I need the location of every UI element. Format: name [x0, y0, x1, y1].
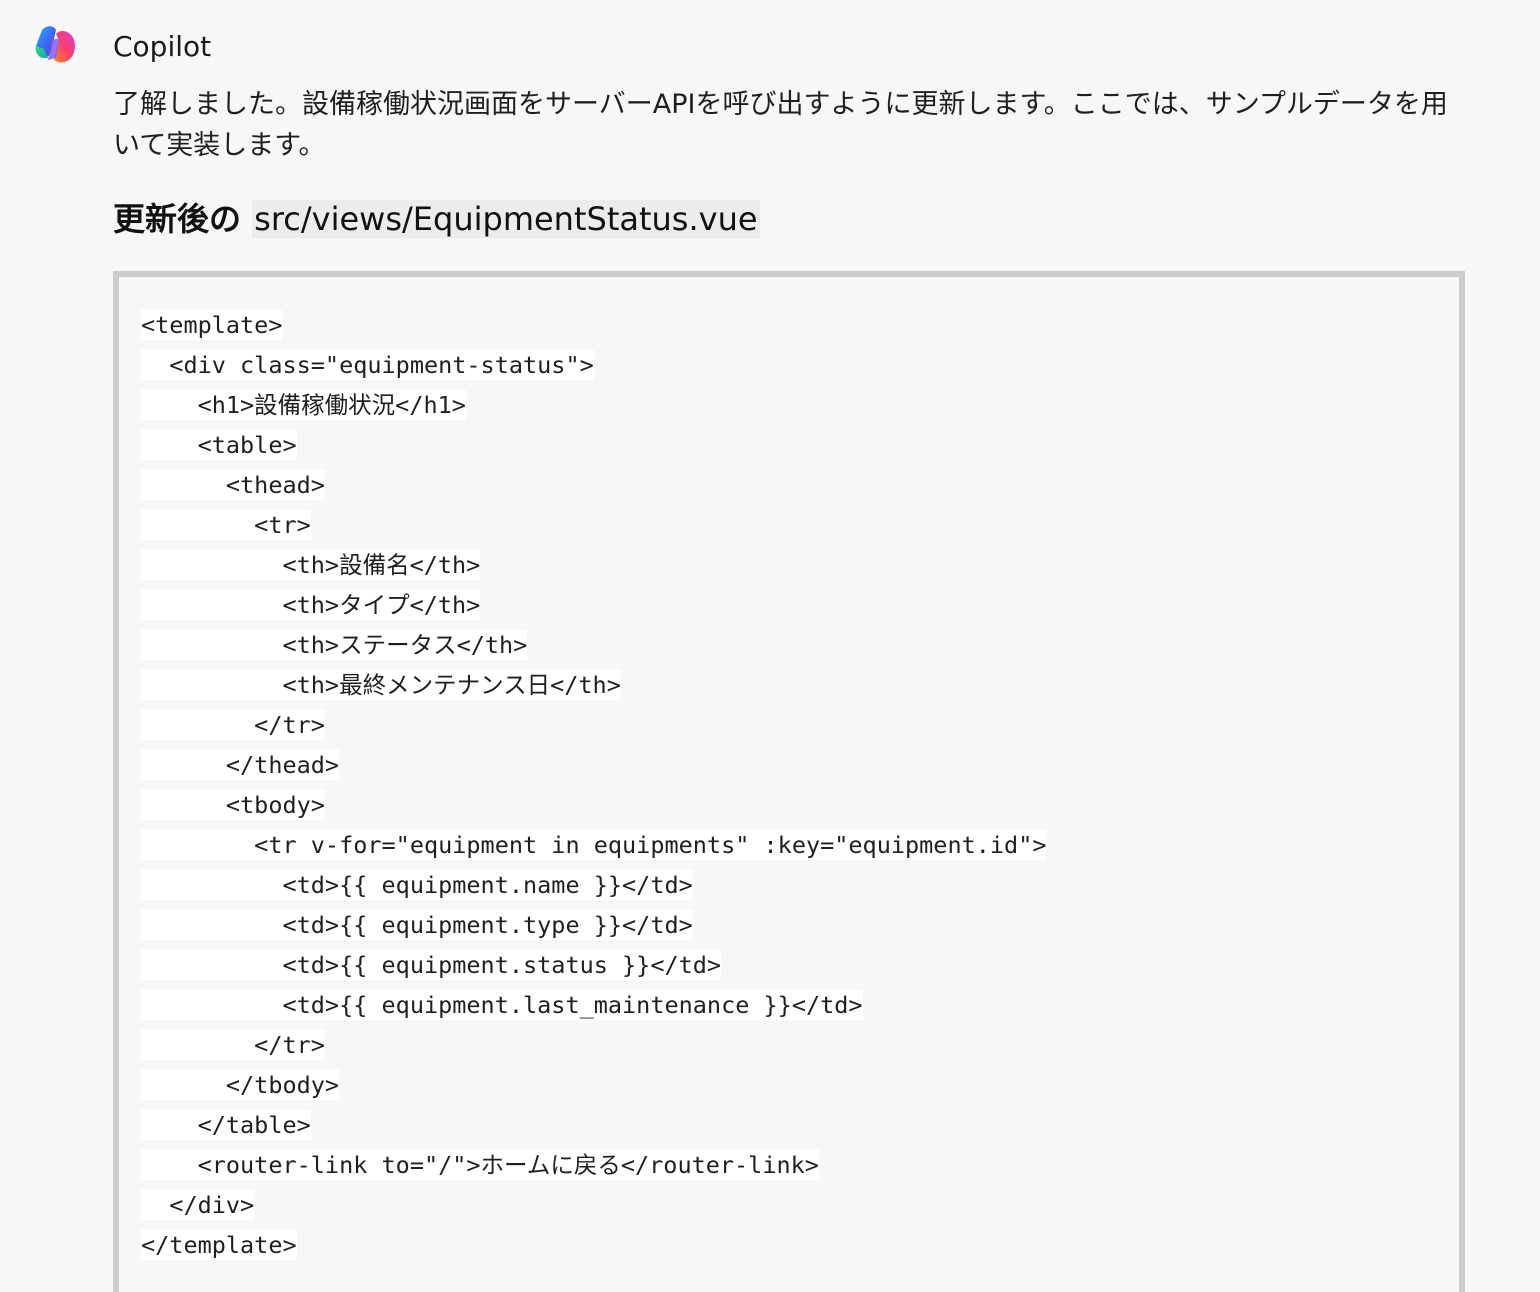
code-line: <td>{{ equipment.last_maintenance }}</td…: [141, 983, 1046, 1023]
code-line: <thead>: [141, 463, 1046, 503]
code-line-text: </template>: [141, 1229, 297, 1260]
code-line: <tr>: [141, 503, 1046, 543]
code-line-text: </thead>: [141, 749, 340, 780]
code-line: </tbody>: [141, 1063, 1046, 1103]
code-line: <td>{{ equipment.name }}</td>: [141, 863, 1046, 903]
heading-prefix: 更新後の: [113, 200, 242, 238]
code-line: <th>最終メンテナンス日</th>: [141, 663, 1046, 703]
code-line: <h1>設備稼働状況</h1>: [141, 383, 1046, 423]
code-line-text: <thead>: [141, 469, 325, 500]
message-text: 了解しました。設備稼働状況画面をサーバーAPIを呼び出すように更新します。ここで…: [113, 89, 1448, 161]
code-line-text: <td>{{ equipment.last_maintenance }}</td…: [141, 989, 863, 1020]
code-line-text: <template>: [141, 309, 283, 340]
code-line: </div>: [141, 1183, 1046, 1223]
code-line: </thead>: [141, 743, 1046, 783]
code-line: <th>ステータス</th>: [141, 623, 1046, 663]
code-line: <th>設備名</th>: [141, 543, 1046, 583]
code-line: <template>: [141, 303, 1046, 343]
code-line-text: <td>{{ equipment.status }}</td>: [141, 949, 722, 980]
code-line: </tr>: [141, 703, 1046, 743]
code-line: </table>: [141, 1103, 1046, 1143]
code-line: <table>: [141, 423, 1046, 463]
code-line-text: </div>: [141, 1189, 255, 1220]
code-line-text: <td>{{ equipment.name }}</td>: [141, 869, 693, 900]
code-line: <tbody>: [141, 783, 1046, 823]
code-line: <th>タイプ</th>: [141, 583, 1046, 623]
code-line-text: <h1>設備稼働状況</h1>: [141, 389, 466, 420]
code-line-text: <th>最終メンテナンス日</th>: [141, 669, 621, 700]
message-header: [32, 22, 80, 70]
code-line-text: </tbody>: [141, 1069, 340, 1100]
code-line-text: <th>設備名</th>: [141, 549, 481, 580]
code-line: <td>{{ equipment.type }}</td>: [141, 903, 1046, 943]
heading-file-path: src/views/EquipmentStatus.vue: [252, 200, 760, 238]
code-line-text: <table>: [141, 429, 297, 460]
section-heading: 更新後の src/views/EquipmentStatus.vue: [113, 195, 760, 243]
code-line-text: <tbody>: [141, 789, 325, 820]
code-line-text: </table>: [141, 1109, 311, 1140]
code-line: </template>: [141, 1223, 1046, 1263]
code-line-text: </tr>: [141, 1029, 325, 1060]
code-line-text: <router-link to="/">ホームに戻る</router-link>: [141, 1149, 819, 1180]
code-line: <div class="equipment-status">: [141, 343, 1046, 383]
code-block[interactable]: <template> <div class="equipment-status"…: [113, 271, 1465, 1292]
code-content: <template> <div class="equipment-status"…: [141, 303, 1047, 1263]
code-line-text: </tr>: [141, 709, 325, 740]
code-line-text: <tr v-for="equipment in equipments" :key…: [141, 829, 1047, 860]
code-line-text: <th>タイプ</th>: [141, 589, 481, 620]
code-line-text: <div class="equipment-status">: [141, 349, 594, 380]
copilot-logo-icon: [35, 26, 75, 63]
code-line: </tr>: [141, 1023, 1046, 1063]
chat-message: Copilot 了解しました。設備稼働状況画面をサーバーAPIを呼び出すように更…: [0, 0, 1540, 1292]
code-line-text: <th>ステータス</th>: [141, 629, 528, 660]
author-name: Copilot: [113, 30, 212, 63]
code-line-text: <tr>: [141, 509, 311, 540]
code-line: <router-link to="/">ホームに戻る</router-link>: [141, 1143, 1046, 1183]
code-line-text: <td>{{ equipment.type }}</td>: [141, 909, 693, 940]
code-line: <td>{{ equipment.status }}</td>: [141, 943, 1046, 983]
code-line: <tr v-for="equipment in equipments" :key…: [141, 823, 1047, 863]
